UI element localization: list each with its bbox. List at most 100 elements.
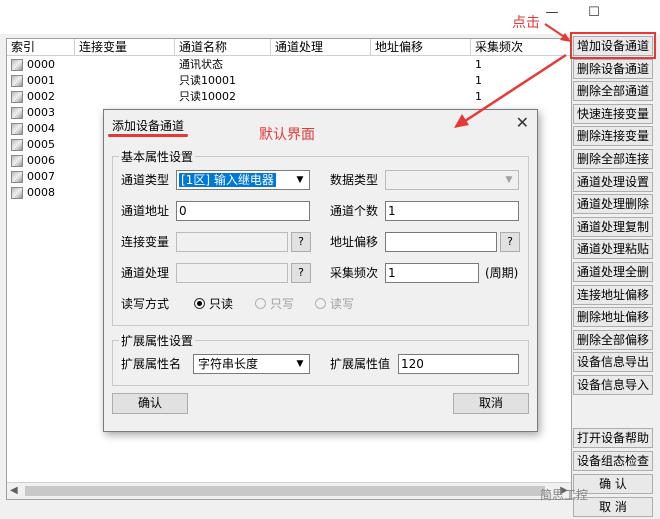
dialog-ok-button[interactable]: 确认 [112,393,188,414]
channel-type-label: 通道类型 [121,173,170,187]
row-index: 0005 [27,138,55,151]
channel-icon [11,107,23,119]
title-underline [108,134,188,137]
addr-offset-input[interactable] [385,232,497,252]
delete-connect-var-button[interactable]: 删除连接变量 [573,126,653,147]
row-index: 0007 [27,170,55,183]
row-channel-name: 只读10002 [179,90,236,103]
freq-input[interactable]: 1 [385,263,479,283]
table-row[interactable]: 0002 只读10002 1 [7,89,571,105]
channel-icon [11,91,23,103]
addr-offset-browse-button[interactable]: ? [500,232,520,252]
channel-icon [11,123,23,135]
radio-empty-icon [255,298,266,309]
channel-proc-label: 通道处理 [121,266,170,280]
device-config-check-button[interactable]: 设备组态检查 [573,451,653,471]
connect-addr-offset-button[interactable]: 连接地址偏移 [573,284,653,305]
freq-unit: (周期) [485,266,519,280]
rw-mode-label: 读写方式 [121,297,170,311]
channel-proc-input [176,263,288,283]
column-header-channel-name[interactable]: 通道名称 [175,39,271,55]
row-index: 0002 [27,90,55,103]
column-header-index[interactable]: 索引 [7,39,75,55]
row-index: 0006 [27,154,55,167]
scroll-thumb[interactable] [25,486,545,496]
radio-read-only[interactable]: 只读 [194,296,233,312]
basic-properties-group: 基本属性设置 通道类型 [1区] 输入继电器 ▼ 数据类型 ▼ 通道地址 0 通… [112,148,529,326]
row-index: 0008 [27,186,55,199]
row-freq: 1 [475,74,482,87]
channel-proc-set-button[interactable]: 通道处理设置 [573,171,653,192]
channel-type-value: [1区] 输入继电器 [179,173,276,187]
maximize-button[interactable]: ☐ [582,4,606,22]
table-row[interactable]: 0001 只读10001 1 [7,73,571,89]
channel-proc-delete-button[interactable]: 通道处理删除 [573,194,653,215]
delete-all-channels-button[interactable]: 删除全部通道 [573,81,653,102]
column-header-freq[interactable]: 采集频次 [471,39,571,55]
chevron-down-icon[interactable]: ▼ [292,172,308,188]
ext-name-label: 扩展属性名 [121,357,182,371]
delete-channel-button[interactable]: 删除设备通道 [573,58,653,79]
channel-count-input[interactable]: 1 [385,201,519,221]
row-index: 0003 [27,106,55,119]
window-titlebar: — ☐ [0,0,660,34]
channel-count-label: 通道个数 [330,204,379,218]
horizontal-scrollbar[interactable]: ◀ ▶ [7,482,571,499]
close-icon[interactable]: ✕ [516,113,529,132]
chevron-down-icon: ▼ [505,175,513,185]
channel-proc-paste-button[interactable]: 通道处理粘贴 [573,239,653,260]
import-device-info-button[interactable]: 设备信息导入 [573,375,653,395]
conn-var-browse-button[interactable]: ? [291,232,311,252]
dialog-cancel-button[interactable]: 取消 [453,393,529,414]
column-header-channel-proc[interactable]: 通道处理 [271,39,371,55]
channel-type-select[interactable]: [1区] 输入继电器 ▼ [176,170,310,190]
channel-proc-delete-all-button[interactable]: 通道处理全删 [573,262,653,282]
channel-icon [11,139,23,151]
addr-offset-label: 地址偏移 [330,235,379,249]
dialog-title: 添加设备通道 [112,119,185,133]
channel-proc-copy-button[interactable]: 通道处理复制 [573,216,653,237]
conn-var-input [176,232,288,252]
column-header-addr-offset[interactable]: 地址偏移 [371,39,471,55]
basic-group-title: 基本属性设置 [119,148,196,165]
minimize-button[interactable]: — [540,4,564,22]
channel-icon [11,75,23,87]
channel-proc-browse-button[interactable]: ? [291,263,311,283]
row-freq: 1 [475,58,482,71]
freq-label: 采集频次 [330,266,379,280]
highlight-box [570,32,656,59]
click-annotation: 点击 [512,15,540,31]
row-channel-name: 只读10001 [179,74,236,87]
list-header: 索引 连接变量 通道名称 通道处理 地址偏移 采集频次 [7,39,571,56]
delete-addr-offset-button[interactable]: 删除地址偏移 [573,307,653,328]
extended-properties-group: 扩展属性设置 扩展属性名 字符串长度 ▼ 扩展属性值 120 [112,332,529,386]
channel-icon [11,187,23,199]
channel-icon [11,59,23,71]
ext-group-title: 扩展属性设置 [119,332,196,349]
channel-icon [11,171,23,183]
channel-addr-input[interactable]: 0 [176,201,310,221]
row-channel-name: 通讯状态 [179,58,223,71]
data-type-label: 数据类型 [330,173,379,187]
ext-name-value: 字符串长度 [198,357,259,371]
row-index: 0000 [27,58,55,71]
scroll-left-icon[interactable]: ◀ [10,483,18,499]
table-row[interactable]: 0000 通讯状态 1 [7,57,571,73]
export-device-info-button[interactable]: 设备信息导出 [573,352,653,373]
delete-all-connections-button[interactable]: 删除全部连接 [573,149,653,169]
ext-value-input[interactable]: 120 [398,354,519,374]
ext-name-select[interactable]: 字符串长度 ▼ [193,354,310,374]
channel-icon [11,155,23,167]
watermark: 简思工控 [540,488,589,502]
column-header-conn-var[interactable]: 连接变量 [75,39,175,55]
delete-all-offsets-button[interactable]: 删除全部偏移 [573,329,653,350]
open-device-help-button[interactable]: 打开设备帮助 [573,428,653,448]
channel-addr-label: 通道地址 [121,204,170,218]
radio-write-only: 只写 [255,296,294,312]
quick-connect-var-button[interactable]: 快速连接变量 [573,103,653,124]
row-index: 0004 [27,122,55,135]
radio-empty-icon [315,298,326,309]
chevron-down-icon[interactable]: ▼ [292,356,308,372]
radio-read-write: 读写 [315,296,354,312]
row-freq: 1 [475,90,482,103]
